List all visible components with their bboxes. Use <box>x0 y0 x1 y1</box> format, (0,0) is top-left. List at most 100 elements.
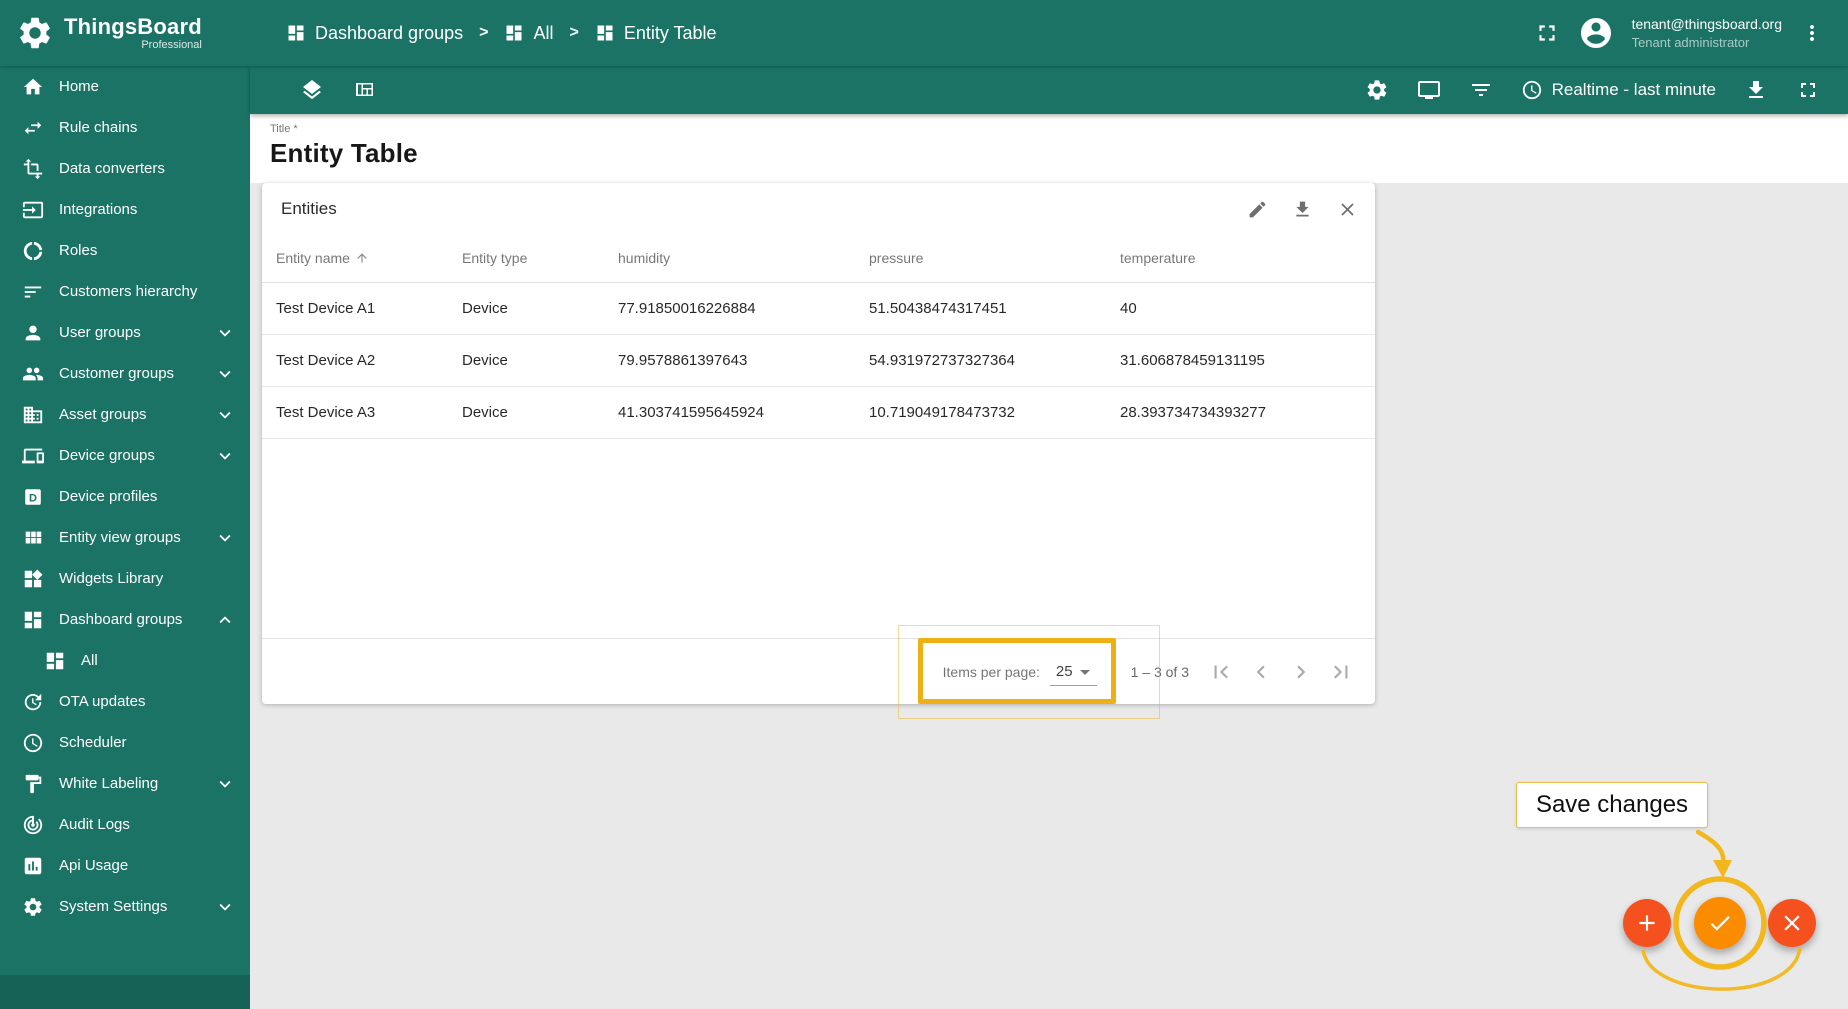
sidebar-item-system-settings[interactable]: System Settings <box>0 886 250 927</box>
sidebar-item-dashboard-groups[interactable]: Dashboard groups <box>0 599 250 640</box>
table-cell: 31.606878459131195 <box>1106 334 1375 387</box>
chevron-down-icon <box>214 896 236 918</box>
people-icon <box>22 363 44 385</box>
sidebar-item-widgets-library[interactable]: Widgets Library <box>0 558 250 599</box>
toolbar-right-group: Realtime - last minute <box>1365 78 1820 102</box>
app-logo[interactable]: ThingsBoard Professional <box>0 14 250 52</box>
table-paginator: Items per page: 25 1 – 3 of 3 <box>262 638 1375 704</box>
breadcrumb: Dashboard groups > All > Entity Table <box>286 23 1534 44</box>
widget-actions <box>1223 199 1358 220</box>
transform-icon <box>22 158 44 180</box>
breadcrumb-label: All <box>533 22 554 43</box>
table-cell: 10.719049178473732 <box>855 386 1106 439</box>
table-cell: Test Device A2 <box>262 334 448 387</box>
export-widget-icon[interactable] <box>1292 199 1313 220</box>
dashboards-icon <box>595 23 615 43</box>
sidebar-item-label: Asset groups <box>59 406 147 423</box>
sidebar-item-all[interactable]: All <box>0 640 250 681</box>
dashboards-icon <box>22 609 44 631</box>
insert-chart-icon <box>22 855 44 877</box>
last-page-button[interactable] <box>1321 652 1361 692</box>
first-page-button[interactable] <box>1201 652 1241 692</box>
cancel-changes-fab[interactable] <box>1768 899 1816 947</box>
home-icon <box>22 76 44 98</box>
previous-page-button[interactable] <box>1241 652 1281 692</box>
breadcrumb-item-entity-table[interactable]: Entity Table <box>595 23 717 44</box>
app-title: ThingsBoard <box>64 13 202 39</box>
fullscreen-toggle-icon[interactable] <box>1534 20 1560 46</box>
user-email: tenant@thingsboard.org <box>1631 15 1782 32</box>
sidebar-item-ota-updates[interactable]: OTA updates <box>0 681 250 722</box>
dropdown-arrow-icon <box>1073 660 1097 684</box>
breadcrumb-item-dashboard-groups[interactable]: Dashboard groups <box>286 23 463 44</box>
table-row[interactable]: Test Device A2 Device 79.9578861397643 54.9… <box>262 334 1375 387</box>
column-label: Entity name <box>276 250 350 267</box>
sidebar-item-entity-view-groups[interactable]: Entity view groups <box>0 517 250 558</box>
sidebar-item-user-groups[interactable]: User groups <box>0 312 250 353</box>
track-changes-icon <box>22 814 44 836</box>
thingsboard-logo-icon <box>16 14 54 52</box>
fullscreen-icon[interactable] <box>1796 78 1820 102</box>
manage-layouts-icon[interactable] <box>352 78 376 102</box>
column-header-humidity[interactable]: humidity <box>604 235 855 283</box>
sidebar-item-audit-logs[interactable]: Audit Logs <box>0 804 250 845</box>
dashboard-canvas: Entities Entity name Entity type humidity p… <box>250 183 1848 1009</box>
sidebar-item-label: Home <box>59 78 100 95</box>
entity-aliases-icon[interactable] <box>1417 78 1441 102</box>
sidebar-item-customers-hierarchy[interactable]: Customers hierarchy <box>0 271 250 312</box>
dashboard-settings-icon[interactable] <box>1365 78 1389 102</box>
column-header-pressure[interactable]: pressure <box>855 235 1106 283</box>
chevron-down-icon <box>214 527 236 549</box>
paginator-nav <box>1201 652 1361 692</box>
top-header: ThingsBoard Professional Dashboard group… <box>0 0 1848 66</box>
sidebar-item-asset-groups[interactable]: Asset groups <box>0 394 250 435</box>
dashboard-states-icon[interactable] <box>300 78 324 102</box>
sidebar-item-integrations[interactable]: Integrations <box>0 189 250 230</box>
table-cell: 79.9578861397643 <box>604 334 855 387</box>
more-menu-icon[interactable] <box>1800 21 1824 45</box>
sidebar-item-device-groups[interactable]: Device groups <box>0 435 250 476</box>
column-label: Entity type <box>462 250 528 267</box>
sidebar-item-roles[interactable]: Roles <box>0 230 250 271</box>
next-page-button[interactable] <box>1281 652 1321 692</box>
sidebar-item-home[interactable]: Home <box>0 66 250 107</box>
sidebar-item-rule-chains[interactable]: Rule chains <box>0 107 250 148</box>
table-row[interactable]: Test Device A1 Device 77.91850016226884 51.… <box>262 282 1375 335</box>
timewindow-button[interactable]: Realtime - last minute <box>1521 79 1716 101</box>
sidebar-item-customer-groups[interactable]: Customer groups <box>0 353 250 394</box>
sidebar-item-data-converters[interactable]: Data converters <box>0 148 250 189</box>
column-header-temperature[interactable]: temperature <box>1106 235 1375 283</box>
export-dashboard-icon[interactable] <box>1744 78 1768 102</box>
dashboard-title-field[interactable]: Title * Entity Table <box>250 114 1848 183</box>
apply-changes-fab[interactable] <box>1694 897 1746 949</box>
person-icon <box>22 322 44 344</box>
column-header-entity-name[interactable]: Entity name <box>262 235 448 283</box>
sidebar-item-scheduler[interactable]: Scheduler <box>0 722 250 763</box>
breadcrumb-label: Dashboard groups <box>315 22 464 43</box>
items-per-page-select[interactable]: 25 <box>1049 658 1097 686</box>
svg-text:D: D <box>29 492 37 504</box>
breadcrumb-item-all[interactable]: All <box>504 23 553 44</box>
sidebar-item-white-labeling[interactable]: White Labeling <box>0 763 250 804</box>
sort-icon <box>22 281 44 303</box>
sidebar-item-device-profiles[interactable]: D Device profiles <box>0 476 250 517</box>
app-wordmark: ThingsBoard Professional <box>64 15 202 51</box>
schedule-icon <box>22 732 44 754</box>
sidebar-item-label: Api Usage <box>59 857 129 874</box>
column-header-entity-type[interactable]: Entity type <box>448 235 604 283</box>
chevron-down-icon <box>214 363 236 385</box>
add-widget-fab[interactable] <box>1623 899 1671 947</box>
user-avatar[interactable] <box>1578 15 1614 51</box>
table-row[interactable]: Test Device A3 Device 41.303741595645924 10… <box>262 386 1375 439</box>
paginator-range: 1 – 3 of 3 <box>1130 663 1189 680</box>
table-cell: Device <box>448 282 604 335</box>
sidebar-item-label: Widgets Library <box>59 570 164 587</box>
sidebar-item-api-usage[interactable]: Api Usage <box>0 845 250 886</box>
edit-widget-icon[interactable] <box>1247 199 1268 220</box>
remove-widget-icon[interactable] <box>1337 199 1358 220</box>
entities-widget[interactable]: Entities Entity name Entity type humidity p… <box>262 183 1375 704</box>
format-paint-icon <box>22 773 44 795</box>
table-cell: Device <box>448 386 604 439</box>
filters-icon[interactable] <box>1469 78 1493 102</box>
app-edition: Professional <box>141 39 202 52</box>
